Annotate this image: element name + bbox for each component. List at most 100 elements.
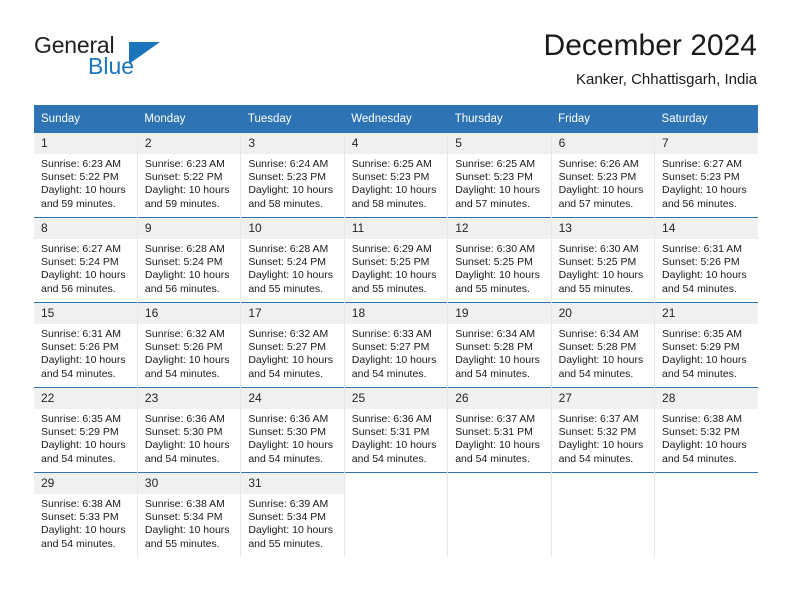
day-sun-info: Sunrise: 6:30 AM Sunset: 5:25 PM Daylight:… bbox=[552, 239, 654, 296]
day-number: 23 bbox=[137, 388, 241, 409]
weekday-header-tuesday: Tuesday bbox=[240, 105, 345, 133]
calendar-day-cell[interactable]: 17 Sunrise: 6:32 AM Sunset: 5:27 PM Dayligh… bbox=[240, 302, 345, 388]
sunrise-text: Sunrise: 6:34 AM bbox=[455, 328, 536, 340]
daylight-text: Daylight: 10 hours and 59 minutes. bbox=[144, 184, 230, 210]
calendar-day-cell[interactable]: 11 Sunrise: 6:29 AM Sunset: 5:25 PM Dayligh… bbox=[344, 217, 449, 303]
sunrise-text: Sunrise: 6:24 AM bbox=[248, 158, 329, 170]
calendar-day-cell[interactable]: 18 Sunrise: 6:33 AM Sunset: 5:27 PM Dayligh… bbox=[344, 302, 449, 388]
calendar-day-cell[interactable]: 6 Sunrise: 6:26 AM Sunset: 5:23 PM Daylight… bbox=[551, 133, 656, 218]
calendar-day-cell[interactable]: 4 Sunrise: 6:25 AM Sunset: 5:23 PM Daylight… bbox=[344, 133, 449, 218]
sunset-text: Sunset: 5:30 PM bbox=[248, 426, 326, 439]
day-number bbox=[655, 473, 758, 494]
daylight-text: Daylight: 10 hours and 54 minutes. bbox=[558, 354, 644, 380]
calendar-day-cell[interactable]: 2 Sunrise: 6:23 AM Sunset: 5:22 PM Daylight… bbox=[137, 133, 242, 218]
day-sun-info bbox=[552, 494, 654, 498]
sunset-text: Sunset: 5:27 PM bbox=[351, 341, 430, 354]
calendar-day-cell[interactable]: 10 Sunrise: 6:28 AM Sunset: 5:24 PM Dayligh… bbox=[240, 217, 345, 303]
calendar-day-cell[interactable]: 29 Sunrise: 6:38 AM Sunset: 5:33 PM Dayligh… bbox=[34, 472, 138, 557]
sunset-text: Sunset: 5:25 PM bbox=[455, 256, 533, 269]
day-sun-info: Sunrise: 6:31 AM Sunset: 5:26 PM Daylight:… bbox=[34, 324, 137, 381]
sunrise-text: Sunrise: 6:36 AM bbox=[144, 413, 225, 425]
calendar-day-cell[interactable]: 27 Sunrise: 6:37 AM Sunset: 5:32 PM Dayligh… bbox=[551, 387, 656, 473]
calendar-day-cell[interactable]: 1 Sunrise: 6:23 AM Sunset: 5:22 PM Daylight… bbox=[34, 133, 138, 218]
logo-text-blue: Blue bbox=[88, 53, 135, 79]
day-sun-info: Sunrise: 6:34 AM Sunset: 5:28 PM Daylight:… bbox=[448, 324, 550, 381]
sunrise-text: Sunrise: 6:37 AM bbox=[455, 413, 536, 425]
day-number: 7 bbox=[655, 133, 758, 154]
page-header: General Blue December 2024 Kanker, Chhat… bbox=[0, 0, 792, 96]
calendar-day-cell[interactable]: 20 Sunrise: 6:34 AM Sunset: 5:28 PM Dayligh… bbox=[551, 302, 656, 388]
calendar-day-cell[interactable]: 7 Sunrise: 6:27 AM Sunset: 5:23 PM Daylight… bbox=[654, 133, 758, 218]
calendar-day-cell[interactable]: 22 Sunrise: 6:35 AM Sunset: 5:29 PM Dayligh… bbox=[34, 387, 138, 473]
day-number: 24 bbox=[241, 388, 344, 409]
day-sun-info: Sunrise: 6:27 AM Sunset: 5:23 PM Daylight:… bbox=[655, 154, 758, 211]
day-sun-info: Sunrise: 6:23 AM Sunset: 5:22 PM Daylight:… bbox=[34, 154, 137, 211]
calendar-day-cell[interactable]: 19 Sunrise: 6:34 AM Sunset: 5:28 PM Dayligh… bbox=[447, 302, 552, 388]
day-number: 25 bbox=[344, 388, 448, 409]
day-sun-info: Sunrise: 6:38 AM Sunset: 5:33 PM Daylight:… bbox=[34, 494, 137, 551]
daylight-text: Daylight: 10 hours and 54 minutes. bbox=[558, 439, 644, 465]
weekday-header-thursday: Thursday bbox=[447, 105, 552, 133]
sunrise-text: Sunrise: 6:27 AM bbox=[41, 243, 121, 255]
day-sun-info: Sunrise: 6:28 AM Sunset: 5:24 PM Daylight:… bbox=[138, 239, 240, 296]
calendar-day-cell[interactable]: 14 Sunrise: 6:31 AM Sunset: 5:26 PM Dayligh… bbox=[654, 217, 758, 303]
sunset-text: Sunset: 5:31 PM bbox=[351, 426, 430, 439]
day-sun-info: Sunrise: 6:34 AM Sunset: 5:28 PM Daylight:… bbox=[552, 324, 654, 381]
calendar-day-cell[interactable]: 8 Sunrise: 6:27 AM Sunset: 5:24 PM Daylight… bbox=[34, 217, 138, 303]
calendar-day-cell[interactable]: 30 Sunrise: 6:38 AM Sunset: 5:34 PM Dayligh… bbox=[137, 472, 242, 557]
day-sun-info: Sunrise: 6:23 AM Sunset: 5:22 PM Daylight:… bbox=[138, 154, 240, 211]
day-sun-info: Sunrise: 6:38 AM Sunset: 5:34 PM Daylight:… bbox=[138, 494, 240, 551]
calendar-day-cell[interactable]: 15 Sunrise: 6:31 AM Sunset: 5:26 PM Dayligh… bbox=[34, 302, 138, 388]
day-number: 12 bbox=[448, 218, 551, 239]
day-number: 22 bbox=[34, 388, 137, 409]
calendar-day-cell[interactable]: 16 Sunrise: 6:32 AM Sunset: 5:26 PM Dayligh… bbox=[137, 302, 242, 388]
day-number: 28 bbox=[655, 388, 758, 409]
day-sun-info: Sunrise: 6:28 AM Sunset: 5:24 PM Daylight:… bbox=[241, 239, 343, 296]
sunset-text: Sunset: 5:23 PM bbox=[558, 171, 637, 184]
calendar-day-cell[interactable]: 31 Sunrise: 6:39 AM Sunset: 5:34 PM Dayligh… bbox=[240, 472, 345, 557]
calendar-day-cell[interactable]: 12 Sunrise: 6:30 AM Sunset: 5:25 PM Dayligh… bbox=[447, 217, 552, 303]
sunrise-text: Sunrise: 6:32 AM bbox=[248, 328, 329, 340]
daylight-text: Daylight: 10 hours and 54 minutes. bbox=[662, 354, 747, 380]
daylight-text: Daylight: 10 hours and 56 minutes. bbox=[41, 269, 126, 295]
calendar-day-cell[interactable]: 26 Sunrise: 6:37 AM Sunset: 5:31 PM Dayligh… bbox=[447, 387, 552, 473]
sunset-text: Sunset: 5:23 PM bbox=[248, 171, 326, 184]
calendar-day-cell[interactable]: 25 Sunrise: 6:36 AM Sunset: 5:31 PM Dayligh… bbox=[344, 387, 449, 473]
calendar-day-cell[interactable]: 3 Sunrise: 6:24 AM Sunset: 5:23 PM Daylight… bbox=[240, 133, 345, 218]
sunset-text: Sunset: 5:33 PM bbox=[41, 511, 119, 524]
day-sun-info: Sunrise: 6:31 AM Sunset: 5:26 PM Daylight:… bbox=[655, 239, 758, 296]
calendar-day-cell[interactable]: 23 Sunrise: 6:36 AM Sunset: 5:30 PM Dayligh… bbox=[137, 387, 242, 473]
calendar-day-cell[interactable]: 5 Sunrise: 6:25 AM Sunset: 5:23 PM Daylight… bbox=[447, 133, 552, 218]
calendar-day-cell[interactable]: 28 Sunrise: 6:38 AM Sunset: 5:32 PM Dayligh… bbox=[654, 387, 758, 473]
title-block: December 2024 Kanker, Chhattisgarh, Indi… bbox=[544, 28, 757, 90]
day-number: 10 bbox=[241, 218, 344, 239]
sunset-text: Sunset: 5:34 PM bbox=[248, 511, 326, 524]
generalblue-logo[interactable]: General Blue bbox=[34, 32, 264, 88]
sunset-text: Sunset: 5:31 PM bbox=[455, 426, 533, 439]
calendar-day-cell[interactable]: 9 Sunrise: 6:28 AM Sunset: 5:24 PM Daylight… bbox=[137, 217, 242, 303]
calendar-day-cell-empty bbox=[344, 472, 449, 557]
calendar-week-row: 15 Sunrise: 6:31 AM Sunset: 5:26 PM Dayligh… bbox=[34, 302, 758, 388]
day-number: 11 bbox=[344, 218, 448, 239]
daylight-text: Daylight: 10 hours and 54 minutes. bbox=[41, 439, 126, 465]
day-sun-info: Sunrise: 6:39 AM Sunset: 5:34 PM Daylight:… bbox=[241, 494, 343, 551]
day-number: 5 bbox=[448, 133, 551, 154]
sunset-text: Sunset: 5:23 PM bbox=[662, 171, 740, 184]
sunrise-text: Sunrise: 6:26 AM bbox=[558, 158, 639, 170]
day-number: 15 bbox=[34, 303, 137, 324]
sunrise-text: Sunrise: 6:36 AM bbox=[248, 413, 329, 425]
day-sun-info: Sunrise: 6:36 AM Sunset: 5:30 PM Daylight:… bbox=[138, 409, 240, 466]
sunset-text: Sunset: 5:32 PM bbox=[662, 426, 740, 439]
day-number: 29 bbox=[34, 473, 137, 494]
day-sun-info bbox=[448, 494, 550, 498]
calendar-day-cell[interactable]: 13 Sunrise: 6:30 AM Sunset: 5:25 PM Dayligh… bbox=[551, 217, 656, 303]
day-number: 27 bbox=[551, 388, 655, 409]
day-sun-info: Sunrise: 6:27 AM Sunset: 5:24 PM Daylight:… bbox=[34, 239, 137, 296]
calendar-day-cell[interactable]: 24 Sunrise: 6:36 AM Sunset: 5:30 PM Dayligh… bbox=[240, 387, 345, 473]
daylight-text: Daylight: 10 hours and 55 minutes. bbox=[351, 269, 437, 295]
sunrise-text: Sunrise: 6:35 AM bbox=[41, 413, 121, 425]
calendar-day-cell[interactable]: 21 Sunrise: 6:35 AM Sunset: 5:29 PM Dayligh… bbox=[654, 302, 758, 388]
daylight-text: Daylight: 10 hours and 54 minutes. bbox=[351, 354, 437, 380]
sunrise-text: Sunrise: 6:38 AM bbox=[144, 498, 225, 510]
day-number: 17 bbox=[241, 303, 344, 324]
